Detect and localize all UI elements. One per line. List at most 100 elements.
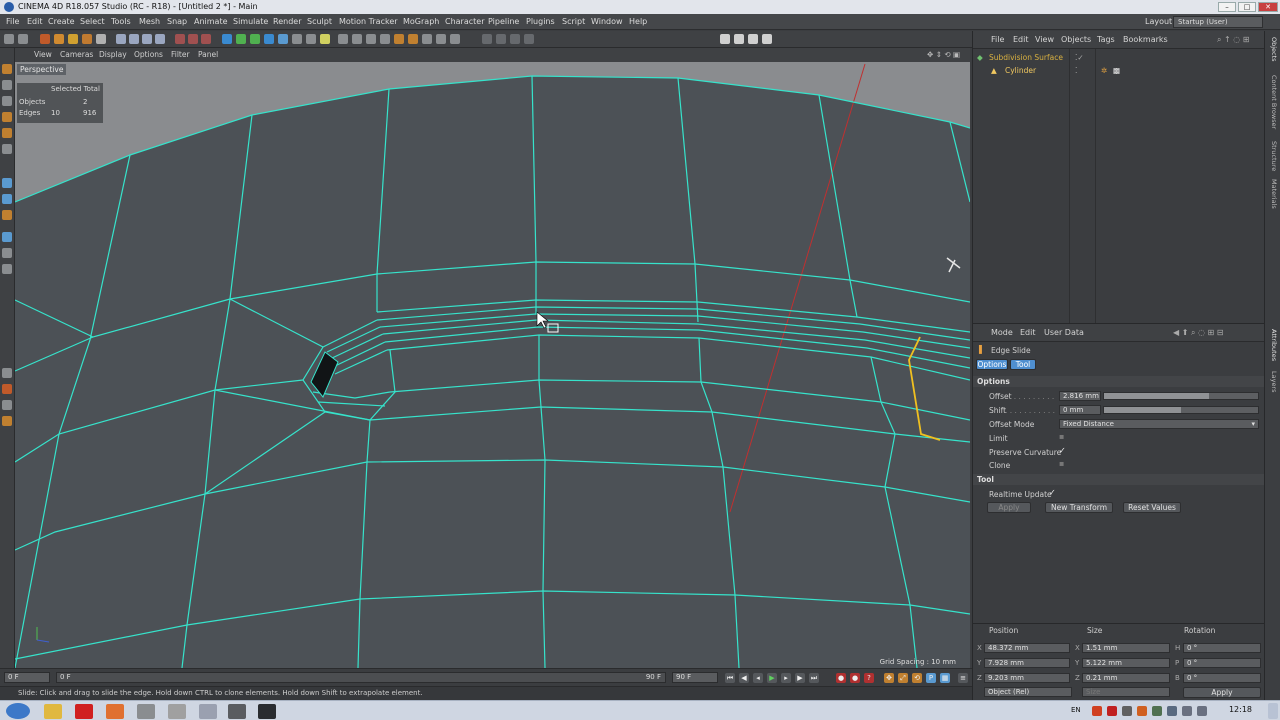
show-desktop-button[interactable] [1268, 703, 1278, 719]
subdivision-surface-icon[interactable] [250, 34, 260, 44]
volume-icon[interactable] [1197, 706, 1207, 716]
points-mode-icon[interactable] [394, 34, 404, 44]
play-icon[interactable]: ▶ [767, 673, 777, 683]
light-icon[interactable] [320, 34, 330, 44]
tab-tool[interactable]: Tool [1010, 359, 1036, 370]
menu-tools[interactable]: Tools [111, 14, 131, 30]
rotation-b-input[interactable]: 0 ° [1183, 673, 1261, 683]
objects-menu-file[interactable]: File [991, 31, 1004, 49]
offset-mode-dropdown[interactable]: Fixed Distance ▾ [1059, 419, 1259, 429]
shift-input[interactable]: 0 mm [1059, 405, 1101, 415]
opera-taskbar-icon[interactable] [75, 704, 93, 719]
model-tool-icon[interactable] [2, 80, 12, 90]
taskbar-app-icon[interactable] [137, 704, 155, 719]
size-mode-dropdown[interactable]: Size [1082, 687, 1170, 697]
viewport-layout-three-icon[interactable] [748, 34, 758, 44]
menu-create[interactable]: Create [48, 14, 75, 30]
shift-slider[interactable] [1103, 406, 1259, 414]
objects-menu-view[interactable]: View [1035, 31, 1054, 49]
next-frame-icon[interactable]: ▸ [781, 673, 791, 683]
x-axis-lock-icon[interactable] [116, 34, 126, 44]
object-row-subdivision-surface[interactable]: ◆ Subdivision Surface ⁚✓ [973, 51, 1265, 64]
start-frame-field[interactable]: 0 F [4, 672, 50, 683]
planar-workplane-icon[interactable] [2, 264, 12, 274]
next-key-icon[interactable]: ▶ [795, 673, 805, 683]
enable-axis-tool-icon[interactable] [2, 178, 12, 188]
apply-button[interactable]: Apply [987, 502, 1031, 513]
attributes-menu-mode[interactable]: Mode [991, 324, 1013, 342]
taskbar-app-icon[interactable] [199, 704, 217, 719]
tray-icon[interactable] [1152, 706, 1162, 716]
edges-tool-icon[interactable] [2, 128, 12, 138]
minimize-button[interactable]: – [1218, 2, 1236, 12]
tweak-mode-icon[interactable] [450, 34, 460, 44]
maximize-button[interactable]: □ [1238, 2, 1256, 12]
undo-icon[interactable] [4, 34, 14, 44]
soft-selection-icon[interactable] [2, 210, 12, 220]
layout-dropdown[interactable]: Startup (User) [1173, 16, 1263, 28]
render-picture-viewer-icon[interactable] [188, 34, 198, 44]
polygons-mode-icon[interactable] [422, 34, 432, 44]
start-button-icon[interactable] [6, 703, 30, 719]
menu-simulate[interactable]: Simulate [233, 14, 268, 30]
make-editable-tool-icon[interactable] [2, 64, 12, 74]
cinema4d-taskbar-icon[interactable] [258, 704, 276, 719]
object-row-cylinder[interactable]: ▲ Cylinder ⁚ ✲ ▩ [973, 64, 1265, 77]
key-rotation-icon[interactable]: ⟲ [912, 673, 922, 683]
position-x-input[interactable]: 48.372 mm [984, 643, 1070, 653]
tray-icon[interactable] [1107, 706, 1117, 716]
taskbar-app-icon[interactable] [106, 704, 124, 719]
snap-settings-icon[interactable] [496, 34, 506, 44]
side-tab-objects[interactable]: Objects [1267, 37, 1278, 62]
enable-axis-icon[interactable] [436, 34, 446, 44]
menu-mesh[interactable]: Mesh [139, 14, 160, 30]
prev-key-icon[interactable]: ◀ [739, 673, 749, 683]
offset-input[interactable]: 2.816 mm [1059, 391, 1101, 401]
menu-help[interactable]: Help [629, 14, 647, 30]
camera-icon[interactable] [306, 34, 316, 44]
live-selection-icon[interactable] [40, 34, 50, 44]
taskbar-app-icon[interactable] [168, 704, 186, 719]
menu-window[interactable]: Window [591, 14, 623, 30]
key-position-icon[interactable]: ✥ [884, 673, 894, 683]
offset-slider[interactable] [1103, 392, 1259, 400]
close-button[interactable]: ✕ [1258, 2, 1278, 12]
snap-enable-icon[interactable] [2, 384, 12, 394]
deformer-icon[interactable] [278, 34, 288, 44]
menu-edit[interactable]: Edit [27, 14, 43, 30]
menu-motion-tracker[interactable]: Motion Tracker [339, 14, 398, 30]
reset-values-button[interactable]: Reset Values [1123, 502, 1181, 513]
menu-sculpt[interactable]: Sculpt [307, 14, 332, 30]
texture-mode-icon[interactable] [366, 34, 376, 44]
model-mode-icon[interactable] [352, 34, 362, 44]
frame-slider[interactable]: 0 F 90 F [56, 672, 666, 683]
viewport-layout-single-icon[interactable] [720, 34, 730, 44]
viewport-menu-cameras[interactable]: Cameras [60, 48, 93, 62]
prev-frame-icon[interactable]: ◂ [753, 673, 763, 683]
rotation-h-input[interactable]: 0 ° [1183, 643, 1261, 653]
tray-icon[interactable] [1122, 706, 1132, 716]
texture-tool-icon[interactable] [2, 96, 12, 106]
viewport-solo-icon[interactable] [2, 232, 12, 242]
side-tab-materials[interactable]: Materials [1267, 179, 1278, 209]
tab-options[interactable]: Options [976, 359, 1008, 370]
language-indicator[interactable]: EN [1071, 706, 1081, 714]
explorer-taskbar-icon[interactable] [44, 704, 62, 719]
go-to-end-icon[interactable]: ⏭ [809, 673, 819, 683]
axis-snap-icon[interactable] [2, 416, 12, 426]
size-z-input[interactable]: 0.21 mm [1082, 673, 1170, 683]
attributes-menu-user-data[interactable]: User Data [1044, 324, 1084, 342]
menu-select[interactable]: Select [80, 14, 105, 30]
network-icon[interactable] [1182, 706, 1192, 716]
snap-icon[interactable] [482, 34, 492, 44]
move-tool-icon[interactable] [54, 34, 64, 44]
array-icon[interactable] [264, 34, 274, 44]
taskbar-clock[interactable]: 12:18 [1229, 705, 1252, 714]
menu-character[interactable]: Character [445, 14, 485, 30]
key-pla-icon[interactable]: ▦ [940, 673, 950, 683]
timeline-menu-icon[interactable]: ≡ [958, 673, 968, 683]
options-section-header[interactable]: Options [973, 376, 1265, 387]
menu-pipeline[interactable]: Pipeline [488, 14, 519, 30]
objects-menu-edit[interactable]: Edit [1013, 31, 1029, 49]
menu-script[interactable]: Script [562, 14, 585, 30]
